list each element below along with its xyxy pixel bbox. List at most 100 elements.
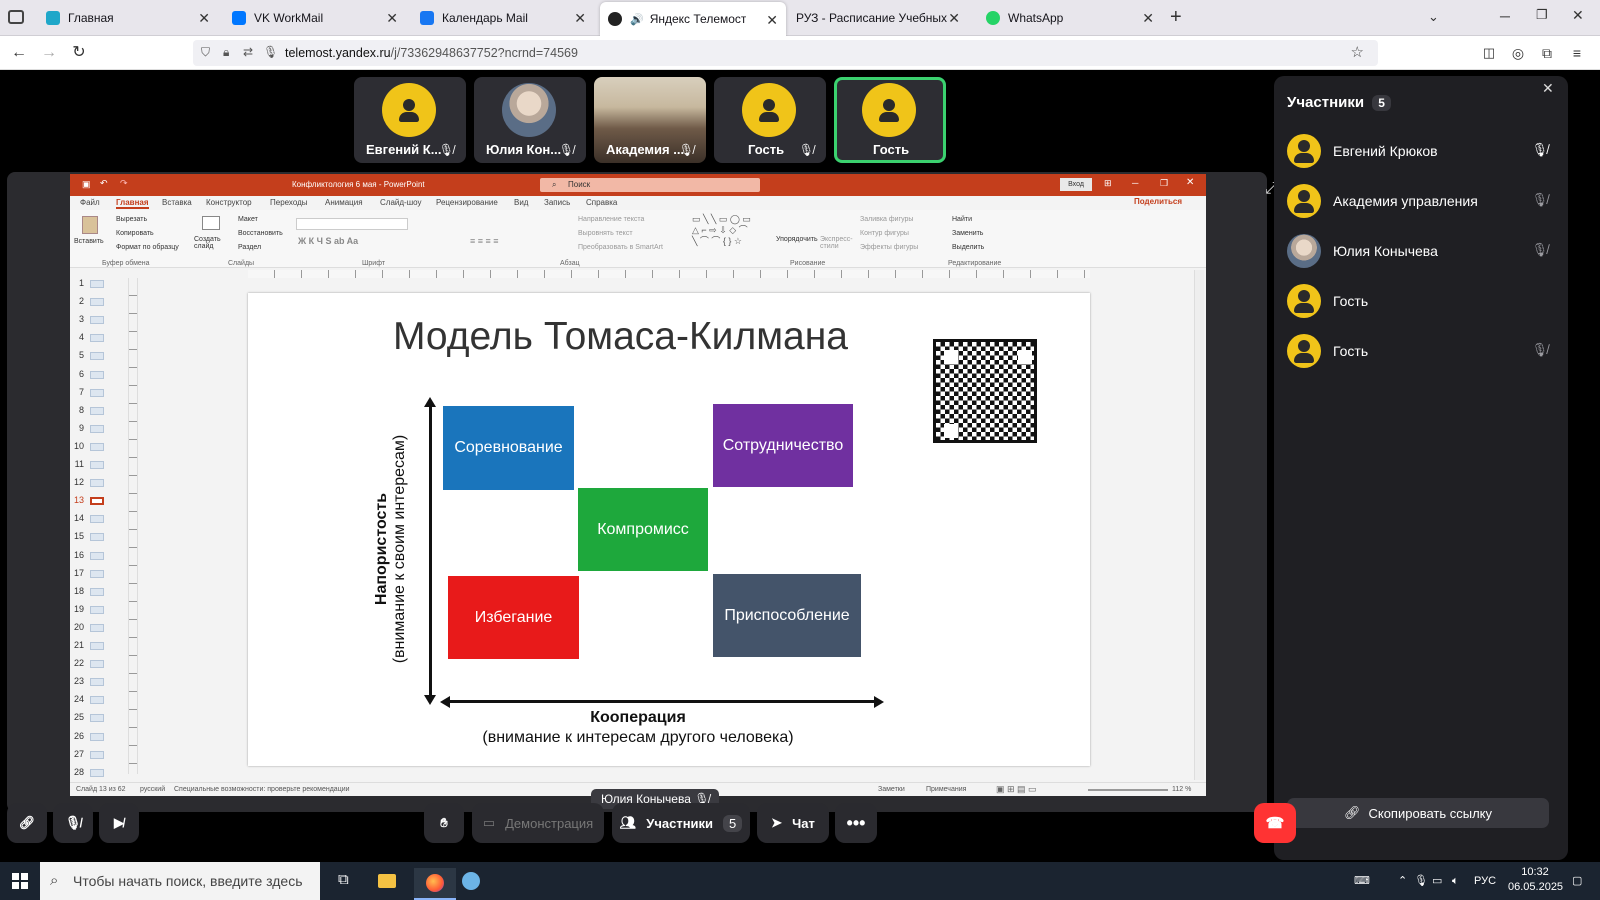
slide-thumbnail[interactable]	[90, 696, 104, 705]
close-icon[interactable]: ✕	[1186, 177, 1194, 188]
restore-icon[interactable]: ❐	[1160, 178, 1168, 189]
permissions-icon[interactable]: ⇄	[243, 45, 253, 59]
slide-number[interactable]: 8	[70, 405, 84, 415]
slide-thumbnail[interactable]	[90, 642, 104, 650]
participant-tile[interactable]: Академия ... 🎙︎̸	[594, 77, 706, 163]
participant-row[interactable]: Гость	[1287, 284, 1562, 320]
close-icon[interactable]: ✕	[948, 10, 960, 27]
slide-thumbnail[interactable]	[90, 768, 104, 777]
account-icon[interactable]: ◎	[1507, 42, 1529, 64]
slide-number[interactable]: 7	[70, 387, 84, 397]
participant-row[interactable]: Гость 🎙︎̸	[1287, 334, 1562, 370]
ppt-tab-slideshow[interactable]: Слайд-шоу	[380, 198, 421, 207]
participant-tile[interactable]: Гость 🎙︎̸	[714, 77, 826, 163]
participant-tile[interactable]: Евгений К... 🎙︎̸	[354, 77, 466, 163]
app-icon[interactable]	[462, 872, 480, 890]
slide-thumbnail[interactable]	[90, 587, 104, 596]
url-field[interactable]: ⛉ 🔒︎ ⇄ 🎙︎ telemost.yandex.ru/j/733629486…	[193, 40, 1378, 66]
ppt-tab-home[interactable]: Главная	[116, 198, 149, 209]
restore-icon[interactable]: ❐	[1536, 7, 1548, 23]
participant-row[interactable]: Евгений Крюков 🎙︎̸	[1287, 134, 1562, 170]
participant-row[interactable]: Юлия Конычева 🎙︎̸	[1287, 234, 1562, 270]
raise-hand-button[interactable]: ✋︎	[424, 803, 464, 843]
slide-thumbnail[interactable]	[90, 714, 104, 723]
ppt-search-box[interactable]: ⌕ Поиск	[540, 178, 760, 192]
status-accessibility[interactable]: Специальные возможности: проверьте реком…	[174, 786, 350, 793]
ppt-login-button[interactable]: Вход	[1060, 178, 1092, 191]
extensions-icon[interactable]: ⧉	[1536, 42, 1558, 64]
slide-number[interactable]: 21	[70, 640, 84, 650]
close-panel-icon[interactable]: ✕	[1542, 80, 1554, 97]
status-language[interactable]: русский	[140, 786, 165, 793]
slide-number[interactable]: 22	[70, 658, 84, 668]
copy-link-button[interactable]: 🔗︎ Скопировать ссылку	[1287, 798, 1549, 828]
screen-share-button[interactable]: ▭ Демонстрация	[472, 803, 604, 843]
find-button[interactable]: Найти	[952, 216, 972, 223]
slide-thumbnail[interactable]	[90, 732, 104, 741]
tab-yandex-telemost[interactable]: 🔊 Яндекс Телемост ✕	[600, 2, 786, 36]
slide-thumbnail[interactable]	[90, 298, 104, 307]
clock[interactable]: 10:32 06.05.2025	[1508, 865, 1563, 895]
slide-number[interactable]: 4	[70, 332, 84, 342]
shield-icon[interactable]: ⛉	[201, 45, 210, 60]
task-view-icon[interactable]: ⧉	[338, 871, 349, 888]
more-button[interactable]: •••	[835, 803, 877, 843]
format-painter-button[interactable]: Формат по образцу	[116, 244, 179, 251]
status-comments[interactable]: Примечания	[926, 786, 966, 793]
slide-number[interactable]: 27	[70, 749, 84, 759]
language-indicator[interactable]: РУС	[1474, 862, 1496, 900]
slide-number[interactable]: 6	[70, 369, 84, 379]
mic-toggle-button[interactable]: 🎙︎̸	[53, 803, 93, 843]
mic-off-icon[interactable]: 🎙︎̸	[1531, 342, 1548, 358]
ppt-share-button[interactable]: Поделиться	[1134, 197, 1182, 206]
tab-glavnaya[interactable]: Главная ✕	[38, 0, 218, 36]
layout-button[interactable]: Макет	[238, 216, 258, 223]
slide-thumbnail[interactable]	[90, 515, 104, 524]
slide-thumbnail[interactable]	[90, 316, 104, 325]
mic-off-icon[interactable]: 🎙︎̸	[1531, 192, 1548, 208]
slide-thumbnail[interactable]	[90, 352, 104, 361]
redo-icon[interactable]: ↷	[120, 178, 128, 189]
cut-button[interactable]: Вырезать	[116, 216, 147, 223]
slide-canvas[interactable]: Модель Томаса-Килмана Напористость (вним…	[248, 293, 1090, 766]
mic-off-icon[interactable]: 🎙︎̸	[1531, 242, 1548, 258]
paste-label[interactable]: Вставить	[74, 238, 104, 245]
view-buttons[interactable]: ▣ ⊞ ▤ ▭	[996, 784, 1037, 795]
ppt-tab-insert[interactable]: Вставка	[162, 198, 192, 207]
slide-thumbnail[interactable]	[90, 533, 104, 542]
slide-number[interactable]: 19	[70, 604, 84, 614]
text-direction-button[interactable]: Направление текста	[578, 216, 644, 223]
mic-off-icon[interactable]: 🎙︎̸	[1531, 142, 1548, 158]
close-icon[interactable]: ✕	[574, 10, 586, 27]
slide-number[interactable]: 9	[70, 423, 84, 433]
slide-thumbnail[interactable]	[90, 479, 104, 488]
reload-icon[interactable]: ↻	[68, 42, 90, 64]
zoom-slider[interactable]	[1088, 789, 1168, 791]
slide-number[interactable]: 15	[70, 531, 84, 541]
keyboard-icon[interactable]: ⌨	[1354, 862, 1370, 900]
slide-number[interactable]: 20	[70, 622, 84, 632]
slide-thumbnail[interactable]	[90, 569, 104, 578]
tab-whatsapp[interactable]: WhatsApp ✕	[978, 0, 1162, 36]
volume-icon[interactable]: 🔈︎	[1452, 862, 1459, 900]
camera-toggle-button[interactable]: ▶︎̸	[99, 803, 139, 843]
paste-icon[interactable]	[82, 216, 98, 234]
shape-outline-button[interactable]: Контур фигуры	[860, 230, 909, 237]
new-tab-button[interactable]: +	[1170, 6, 1182, 29]
slide-thumbnail[interactable]	[90, 424, 104, 433]
reset-button[interactable]: Восстановить	[238, 230, 283, 237]
notifications-icon[interactable]: ▢	[1572, 862, 1582, 900]
file-explorer-icon[interactable]	[378, 874, 396, 888]
slide-thumbnail[interactable]	[90, 623, 104, 632]
font-style-buttons[interactable]: Ж К Ч S ab Aa	[298, 236, 358, 246]
firefox-icon[interactable]	[414, 868, 456, 900]
slide-number[interactable]: 11	[70, 459, 84, 469]
slide-thumbnail[interactable]	[90, 660, 104, 669]
slide-number[interactable]: 23	[70, 676, 84, 686]
slide-thumbnail[interactable]	[90, 551, 104, 560]
slide-number[interactable]: 24	[70, 694, 84, 704]
slide-number[interactable]: 13	[70, 495, 84, 505]
slide-thumbnail[interactable]	[90, 334, 104, 343]
close-icon[interactable]: ✕	[1142, 10, 1154, 27]
link-button[interactable]: 🔗︎	[7, 803, 47, 843]
